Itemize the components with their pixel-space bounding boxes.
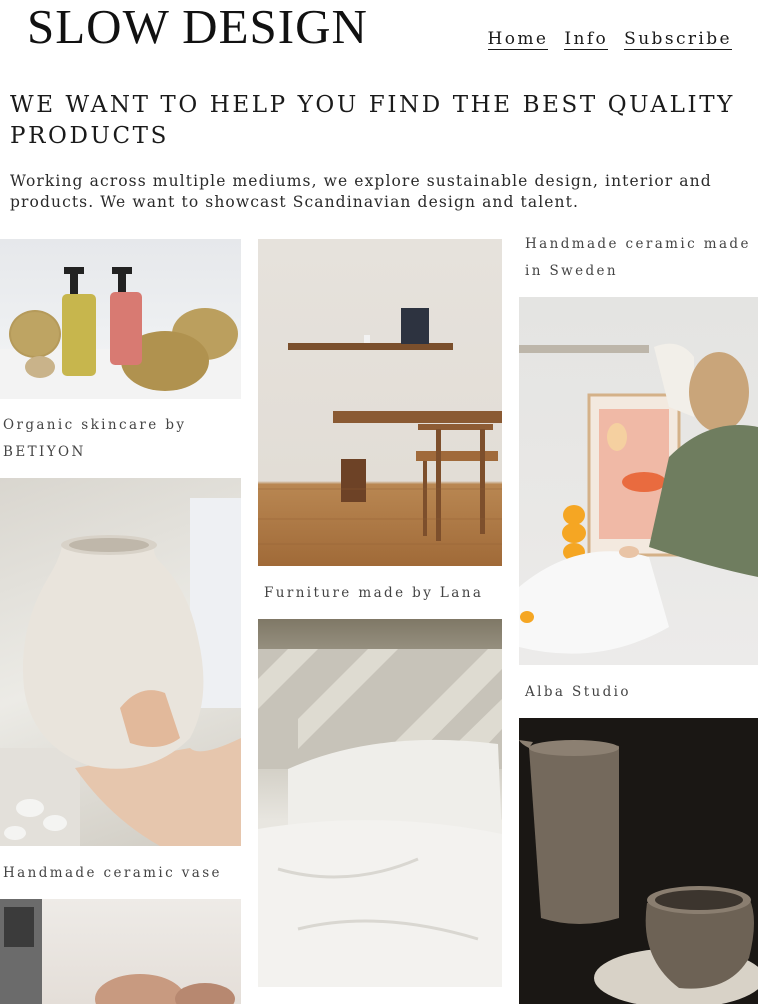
main-nav: Home Info Subscribe [487, 29, 732, 50]
alba-studio-caption: Alba Studio [525, 684, 631, 700]
nav-subscribe-link[interactable]: Subscribe [624, 29, 732, 50]
furniture-image[interactable] [258, 239, 502, 566]
portrait-image[interactable] [0, 899, 241, 1004]
ceramic-sweden-caption: Handmade ceramic made in Sweden [525, 236, 751, 279]
vase-caption: Handmade ceramic vase [3, 865, 222, 881]
ceramic-vase-image[interactable] [0, 478, 241, 846]
hero-intro: Working across multiple mediums, we expl… [10, 172, 712, 211]
hero-headline: WE WANT TO HELP YOU FIND THE BEST QUALIT… [10, 92, 735, 149]
bed-linen-image[interactable] [258, 619, 502, 987]
nav-home-link[interactable]: Home [487, 29, 549, 50]
nav-info-link[interactable]: Info [564, 29, 609, 50]
site-logo[interactable]: SLOW DESIGN [27, 2, 368, 51]
ceramic-jug-image[interactable] [519, 718, 758, 1004]
site-header: SLOW DESIGN Home Info Subscribe [0, 0, 758, 70]
alba-studio-image[interactable] [519, 297, 758, 665]
skincare-caption: Organic skincare by BETIYON [3, 417, 187, 460]
furniture-caption: Furniture made by Lana [264, 585, 484, 601]
skincare-product-image[interactable] [0, 239, 241, 399]
